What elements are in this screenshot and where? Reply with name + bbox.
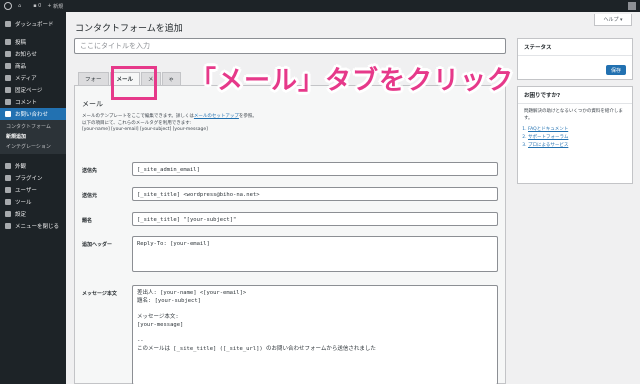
to-field[interactable]: [_site_admin_email]	[132, 162, 498, 176]
comments-count[interactable]: ▪ 0	[33, 3, 41, 9]
tab-form[interactable]: フォー	[78, 72, 109, 85]
wordpress-logo-icon[interactable]	[4, 2, 12, 10]
sidebar-item-pages[interactable]: 固定ページ	[0, 84, 66, 96]
sidebar-item-settings[interactable]: 設定	[0, 208, 66, 220]
sidebar-item-users[interactable]: ユーザー	[0, 184, 66, 196]
save-button[interactable]: 保存	[606, 65, 626, 75]
page-title: コンタクトフォームを追加	[75, 24, 183, 34]
comment-icon	[5, 99, 11, 105]
mail-tags: [your-name] [your-email] [your-subject] …	[82, 127, 208, 132]
help-box: お困りですか? 問題解決の助けとなるいくつかの資料を紹介します。 FAQとドキュ…	[517, 86, 633, 184]
help-box-title: お困りですか?	[518, 87, 632, 104]
sidebar-item-appearance[interactable]: 外観	[0, 160, 66, 172]
admin-sidebar: ダッシュボード 投稿 お知らせ 商品 メディア 固定ページ コメント お問い合わ…	[0, 12, 66, 384]
submenu-integration[interactable]: インテグレーション	[0, 142, 66, 152]
message-body-field[interactable]: 差出人: [your-name] <[your-email]> 題名: [you…	[132, 285, 498, 384]
status-box-title: ステータス	[518, 39, 632, 56]
mail-panel: メール メールのテンプレートをここで編集できます。詳しくはメールのセットアップを…	[74, 85, 506, 384]
subject-field[interactable]: [_site_title] "[your-subject]"	[132, 212, 498, 226]
mail-icon	[5, 111, 11, 117]
additional-headers-label: 追加ヘッダー	[82, 242, 113, 248]
contact-submenu: コンタクトフォーム 新規追加 インテグレーション	[0, 120, 66, 154]
to-label: 送信先	[82, 168, 98, 174]
tool-icon	[5, 199, 11, 205]
dashboard-icon	[5, 21, 11, 27]
help-button[interactable]: ヘルプ ▾	[594, 14, 632, 26]
from-label: 送信元	[82, 193, 98, 199]
media-icon	[5, 75, 11, 81]
user-icon	[5, 187, 11, 193]
page-icon	[5, 87, 11, 93]
sidebar-item-plugins[interactable]: プラグイン	[0, 172, 66, 184]
from-field[interactable]: [_site_title] <wordpress@biho-na.net>	[132, 187, 498, 201]
status-box: ステータス 保存	[517, 38, 633, 80]
mail-tab-highlight	[111, 66, 157, 100]
avatar[interactable]	[628, 2, 636, 10]
pin-icon	[5, 39, 11, 45]
submenu-add-new[interactable]: 新規追加	[0, 132, 66, 142]
mail-description: メールのテンプレートをここで編集できます。詳しくはメールのセットアップを参照。 …	[82, 114, 257, 132]
submenu-contact-forms[interactable]: コンタクトフォーム	[0, 122, 66, 132]
help-box-text: 問題解決の助けとなるいくつかの資料を紹介します。	[524, 109, 623, 121]
sidebar-item-products[interactable]: 商品	[0, 60, 66, 72]
home-icon[interactable]: ⌂	[18, 3, 21, 9]
plugin-icon	[5, 175, 11, 181]
mail-heading: メール	[82, 100, 103, 108]
help-links: FAQとドキュメント サポートフォーラム プロによるサービス	[518, 122, 632, 150]
sidebar-item-comments[interactable]: コメント	[0, 96, 66, 108]
comment-icon: ▪	[33, 3, 37, 9]
sidebar-item-posts[interactable]: 投稿	[0, 36, 66, 48]
settings-icon	[5, 211, 11, 217]
sidebar-collapse-menu[interactable]: メニューを閉じる	[0, 220, 66, 232]
mail-setup-link[interactable]: メールのセットアップ	[194, 114, 239, 119]
pin-icon	[5, 63, 11, 69]
help-link-forum[interactable]: サポートフォーラム	[528, 134, 626, 142]
sidebar-item-dashboard[interactable]: ダッシュボード	[0, 18, 66, 30]
form-title-input[interactable]	[74, 38, 506, 54]
tab-other[interactable]: ゃ	[161, 72, 182, 85]
sidebar-item-contact[interactable]: お問い合わせ	[0, 108, 66, 120]
sidebar-item-news[interactable]: お知らせ	[0, 48, 66, 60]
admin-bar: ⌂ ▪ 0 + 新規	[0, 0, 640, 12]
help-link-faq[interactable]: FAQとドキュメント	[528, 126, 626, 134]
subject-label: 題名	[82, 218, 93, 224]
brush-icon	[5, 163, 11, 169]
pin-icon	[5, 51, 11, 57]
callout-text: 「メール」タブをクリック	[190, 66, 515, 96]
sidebar-item-media[interactable]: メディア	[0, 72, 66, 84]
message-body-label: メッセージ本文	[82, 291, 117, 297]
help-link-pro[interactable]: プロによるサービス	[528, 142, 626, 150]
sidebar-item-tools[interactable]: ツール	[0, 196, 66, 208]
new-content-button[interactable]: + 新規	[47, 3, 63, 10]
collapse-icon	[5, 223, 11, 229]
additional-headers-field[interactable]: Reply-To: [your-email]	[132, 236, 498, 272]
